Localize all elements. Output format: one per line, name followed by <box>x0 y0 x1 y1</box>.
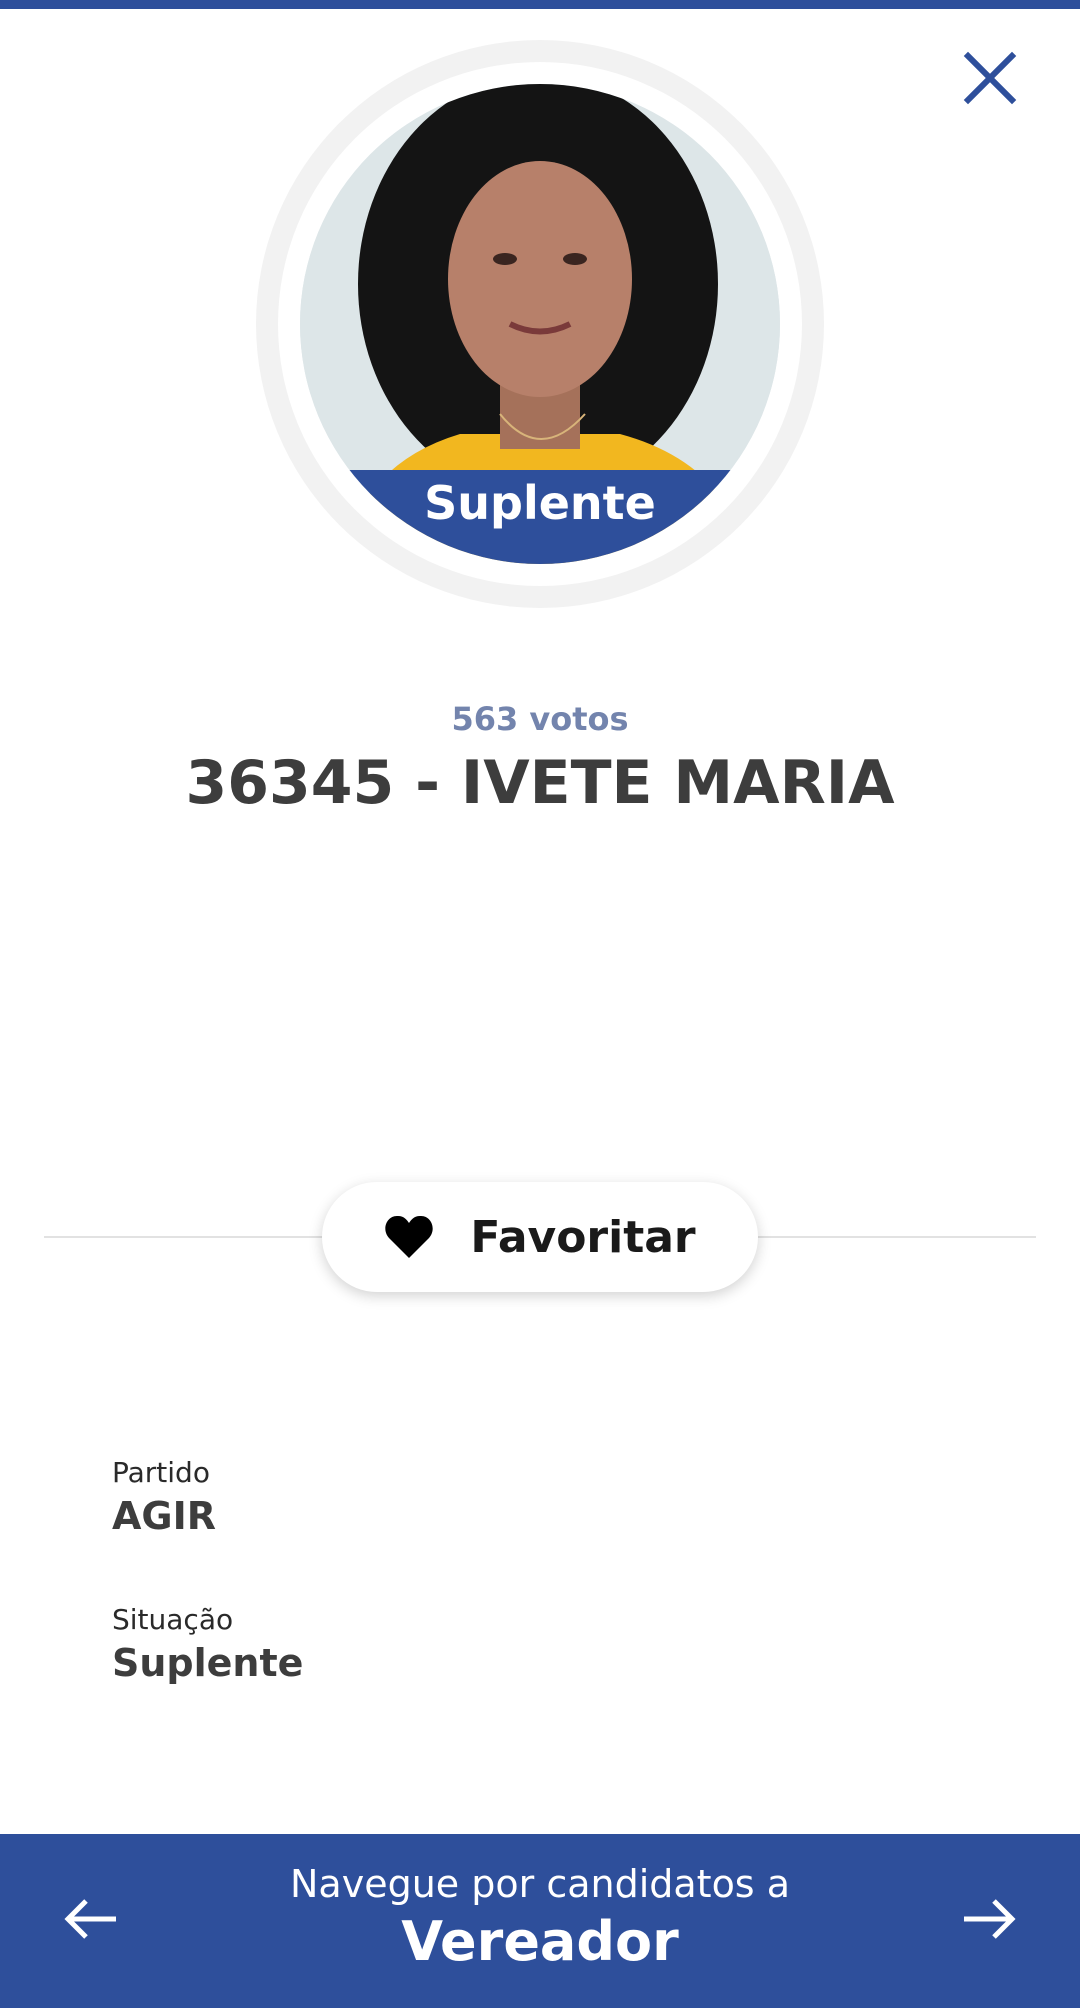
next-candidate-button[interactable] <box>954 1884 1024 1954</box>
heart-icon <box>385 1215 434 1258</box>
candidate-name: 36345 - IVETE MARIA <box>185 748 895 818</box>
navigation-caption: Navegue por candidatos a <box>290 1862 790 1906</box>
favorite-label: Favoritar <box>470 1211 696 1263</box>
favorite-button[interactable]: Favoritar <box>322 1182 758 1292</box>
candidate-photo: Suplente <box>300 84 780 564</box>
status-badge: Suplente <box>300 470 780 564</box>
situation-label: Situação <box>112 1603 234 1636</box>
navigation-office: Vereador <box>401 1910 679 1973</box>
situation-value: Suplente <box>112 1641 304 1685</box>
close-button[interactable] <box>950 42 1030 122</box>
arrow-right-icon <box>964 1899 1016 1939</box>
party-value: AGIR <box>112 1494 216 1538</box>
vote-count: 563 votos <box>451 700 629 738</box>
candidate-navigation-bar: Navegue por candidatos a Vereador <box>0 1834 1080 2008</box>
top-accent-bar <box>0 0 1080 9</box>
close-icon <box>963 51 1017 105</box>
party-label: Partido <box>112 1456 210 1489</box>
